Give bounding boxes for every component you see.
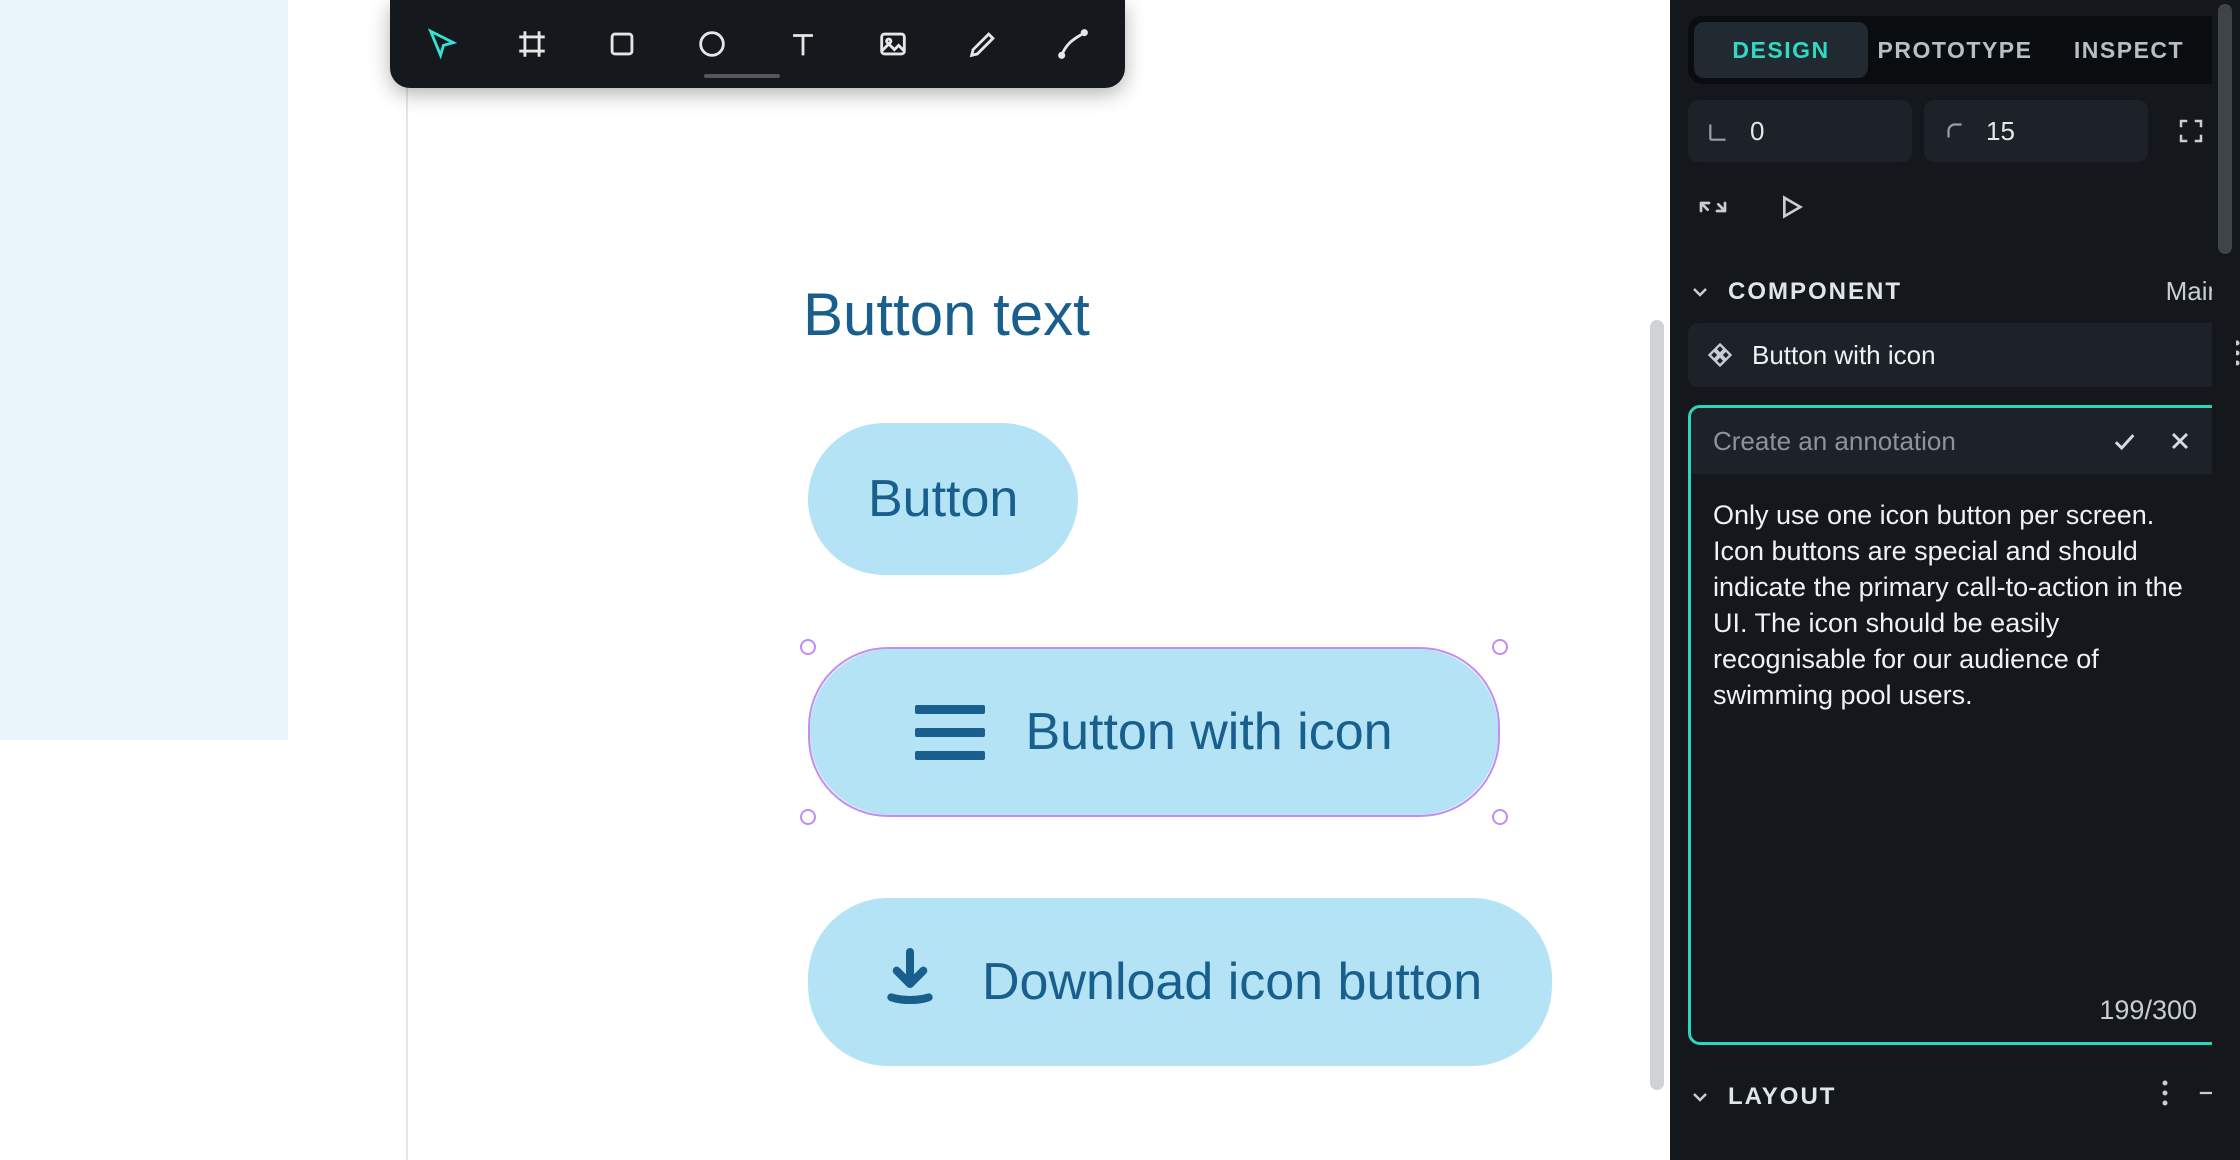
annotation-box: Create an annotation Only use one icon b… (1688, 405, 2222, 1045)
chevron-down-icon (1688, 280, 1712, 304)
corner-radius-icon (1942, 118, 1968, 144)
canvas-scrollbar[interactable] (1648, 320, 1668, 1090)
radius-value: 15 (1986, 116, 2015, 147)
download-icon (878, 944, 942, 1021)
design-canvas[interactable]: Button text Button Button with icon Down… (288, 0, 1670, 1160)
sample-button-with-icon[interactable]: Button with icon (810, 649, 1498, 815)
move-tool[interactable] (420, 21, 464, 67)
angle-icon (1706, 118, 1732, 144)
component-name-row[interactable]: Button with icon (1688, 323, 2222, 387)
sample-button-download[interactable]: Download icon button (808, 898, 1552, 1066)
section-title: COMPONENT (1728, 278, 1902, 306)
annotation-char-count: 199/300 (1691, 995, 2219, 1042)
frame-title[interactable]: Button text (803, 280, 1090, 349)
text-tool[interactable] (781, 21, 825, 67)
section-title: LAYOUT (1728, 1083, 1836, 1111)
ellipse-tool[interactable] (690, 21, 734, 67)
play-button[interactable] (1770, 186, 1812, 228)
component-name: Button with icon (1752, 340, 1936, 371)
pen-tool[interactable] (1051, 21, 1095, 67)
sample-button-plain[interactable]: Button (808, 423, 1078, 575)
inspector-panel: DESIGN PROTOTYPE INSPECT 0 15 COMPONENT (1670, 0, 2240, 1160)
hamburger-icon (915, 705, 985, 760)
chevron-down-icon (1688, 1085, 1712, 1109)
frame-tool[interactable] (510, 21, 554, 67)
tab-prototype[interactable]: PROTOTYPE (1868, 22, 2042, 78)
corner-radius-input[interactable]: 15 (1924, 100, 2148, 162)
annotation-close-button[interactable] (2163, 424, 2197, 458)
adjacent-frame-fragment (0, 0, 288, 740)
tab-design[interactable]: DESIGN (1694, 22, 1868, 78)
annotation-confirm-button[interactable] (2107, 424, 2141, 458)
transform-row: 0 15 (1688, 100, 2222, 162)
inspector-scrollbar[interactable] (2212, 0, 2236, 1160)
annotation-header: Create an annotation (1691, 408, 2219, 474)
resize-handle-tr[interactable] (1492, 639, 1508, 655)
scrollbar-thumb[interactable] (1650, 320, 1664, 1090)
rotation-value: 0 (1750, 116, 1764, 147)
resize-to-fit-button[interactable] (1692, 186, 1734, 228)
resize-handle-br[interactable] (1492, 809, 1508, 825)
scrollbar-thumb[interactable] (2218, 4, 2232, 254)
component-icon (1706, 341, 1734, 369)
constraint-icons-row (1688, 186, 2222, 228)
button-label: Button with icon (1025, 702, 1392, 762)
pencil-tool[interactable] (961, 21, 1005, 67)
layout-options-button[interactable] (2162, 1080, 2168, 1113)
rectangle-tool[interactable] (600, 21, 644, 67)
layout-section-header[interactable]: LAYOUT (1688, 1079, 2222, 1114)
frame-edge-line (406, 0, 408, 1160)
annotation-textarea[interactable]: Only use one icon button per screen. Ico… (1691, 474, 2219, 995)
resize-handle-tl[interactable] (800, 639, 816, 655)
button-label: Button (868, 469, 1018, 529)
inspector-tabs: DESIGN PROTOTYPE INSPECT (1688, 16, 2222, 84)
resize-handle-bl[interactable] (800, 809, 816, 825)
toolbar-scroll-indicator (704, 74, 780, 78)
canvas-toolbar (390, 0, 1125, 88)
button-label: Download icon button (982, 952, 1482, 1012)
rotation-input[interactable]: 0 (1688, 100, 1912, 162)
image-tool[interactable] (871, 21, 915, 67)
annotation-placeholder: Create an annotation (1713, 426, 2085, 457)
component-section-header[interactable]: COMPONENT Main (1688, 276, 2222, 307)
selected-component[interactable]: Button with icon (808, 647, 1500, 817)
tab-inspect[interactable]: INSPECT (2042, 22, 2216, 78)
